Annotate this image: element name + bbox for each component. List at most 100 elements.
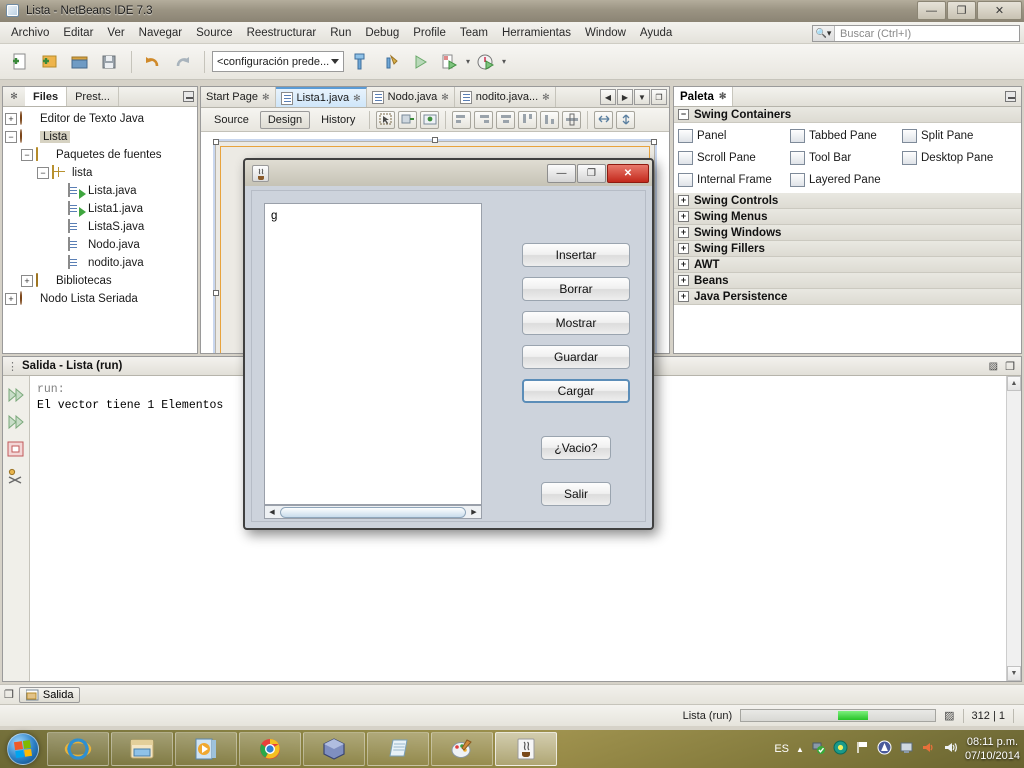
tree-item[interactable]: Nodo.java xyxy=(5,236,197,254)
menu-item-ver[interactable]: Ver xyxy=(100,25,131,41)
menu-item-reestructurar[interactable]: Reestructurar xyxy=(240,25,324,41)
redo-icon[interactable] xyxy=(169,48,197,76)
palette-item-internal-frame[interactable]: Internal Frame xyxy=(678,169,790,191)
menu-item-profile[interactable]: Profile xyxy=(406,25,453,41)
search-box[interactable]: 🔍▾ Buscar (Ctrl+I) xyxy=(812,25,1020,42)
list-horizontal-scrollbar[interactable]: ◀ ▶ xyxy=(264,505,482,519)
configuration-combo[interactable]: <configuración prede... xyxy=(212,51,344,72)
palette-category-java-persistence[interactable]: + Java Persistence xyxy=(674,289,1021,305)
save-all-icon[interactable] xyxy=(96,48,124,76)
restore-windows-icon[interactable]: ❐ xyxy=(4,688,14,701)
menu-item-window[interactable]: Window xyxy=(578,25,633,41)
resize-horizontal-icon[interactable] xyxy=(594,110,614,129)
stop-task-icon[interactable]: ▨ xyxy=(944,709,954,722)
center-horizontally-icon[interactable] xyxy=(562,110,582,129)
palette-item-desktop-pane[interactable]: Desktop Pane xyxy=(902,147,1014,169)
new-file-icon[interactable] xyxy=(6,48,34,76)
tree-item[interactable]: + Bibliotecas xyxy=(5,272,197,290)
rerun-debug-icon[interactable] xyxy=(6,411,27,432)
java-maximize-button[interactable]: ❐ xyxy=(577,163,606,183)
mode-history[interactable]: History xyxy=(313,111,363,129)
close-button[interactable]: ✕ xyxy=(977,1,1022,20)
align-center-icon[interactable] xyxy=(496,110,516,129)
align-bottom-icon[interactable] xyxy=(540,110,560,129)
editor-tab-nodo-java[interactable]: Nodo.java ✻ xyxy=(367,87,455,107)
tree-item[interactable]: − Lista xyxy=(5,128,197,146)
palette-item-panel[interactable]: Panel xyxy=(678,125,790,147)
tree-item[interactable]: nodito.java xyxy=(5,254,197,272)
tab-prestaciones[interactable]: Prest... xyxy=(67,87,119,106)
tray-language[interactable]: ES xyxy=(774,743,789,755)
scroll-down-icon[interactable]: ▼ xyxy=(1007,666,1021,681)
menu-item-ayuda[interactable]: Ayuda xyxy=(633,25,679,41)
palette-item-split-pane[interactable]: Split Pane xyxy=(902,125,1014,147)
list-item[interactable]: g xyxy=(265,204,481,222)
palette-category-swing-containers[interactable]: − Swing Containers xyxy=(674,107,1021,123)
align-right-icon[interactable] xyxy=(474,110,494,129)
palette-item-tool-bar[interactable]: Tool Bar xyxy=(790,147,902,169)
volume-icon[interactable] xyxy=(943,740,958,758)
menu-item-team[interactable]: Team xyxy=(453,25,495,41)
resize-vertical-icon[interactable] xyxy=(616,110,636,129)
editor-tab-lista1-java[interactable]: Lista1.java ✻ xyxy=(275,87,367,107)
tab-close-icon[interactable]: ✻ xyxy=(353,93,361,104)
scroll-thumb[interactable] xyxy=(280,506,466,518)
button-vacio[interactable]: ¿Vacio? xyxy=(541,436,611,460)
output-scrollbar[interactable]: ▲ ▼ xyxy=(1006,376,1021,681)
palette-category-swing-menus[interactable]: + Swing Menus xyxy=(674,209,1021,225)
java-minimize-button[interactable]: — xyxy=(547,163,576,183)
scroll-tabs-right-icon[interactable]: ▶ xyxy=(617,89,633,105)
collapse-icon[interactable]: − xyxy=(21,149,33,161)
expand-icon[interactable]: + xyxy=(678,243,689,254)
menu-item-archivo[interactable]: Archivo xyxy=(4,25,56,41)
minimize-button[interactable]: — xyxy=(917,1,946,20)
menu-item-source[interactable]: Source xyxy=(189,25,239,41)
menu-item-debug[interactable]: Debug xyxy=(358,25,406,41)
menu-item-run[interactable]: Run xyxy=(323,25,358,41)
scroll-tabs-left-icon[interactable]: ◀ xyxy=(600,89,616,105)
selection-mode-icon[interactable] xyxy=(376,110,396,129)
avast-icon[interactable] xyxy=(877,740,892,758)
palette-category-beans[interactable]: + Beans xyxy=(674,273,1021,289)
taskbar-clock[interactable]: 08:11 p.m. 07/10/2014 xyxy=(965,735,1020,763)
projects-close-icon[interactable]: ✻ xyxy=(3,91,25,102)
editor-tab-nodito-java[interactable]: nodito.java... ✻ xyxy=(455,87,556,107)
button-mostrar[interactable]: Mostrar xyxy=(522,311,630,335)
tree-item[interactable]: Lista.java xyxy=(5,182,197,200)
paint-icon[interactable] xyxy=(431,732,493,766)
preview-design-icon[interactable] xyxy=(420,110,440,129)
palette-category-swing-windows[interactable]: + Swing Windows xyxy=(674,225,1021,241)
clean-build-icon[interactable] xyxy=(376,48,404,76)
internet-explorer-icon[interactable] xyxy=(47,732,109,766)
tab-list-icon[interactable]: ▼ xyxy=(634,89,650,105)
tree-item[interactable]: + Editor de Texto Java xyxy=(5,110,197,128)
expand-icon[interactable]: + xyxy=(678,259,689,270)
button-borrar[interactable]: Borrar xyxy=(522,277,630,301)
antivirus-icon[interactable] xyxy=(833,740,848,758)
java-app-window[interactable]: — ❐ ✕ g ◀ ▶ Insertar Borrar Mostrar Guardar… xyxy=(243,158,654,530)
tree-item[interactable]: − lista xyxy=(5,164,197,182)
maximize-button[interactable]: ❐ xyxy=(947,1,976,20)
tab-close-icon[interactable]: ✻ xyxy=(262,92,270,103)
tree-item[interactable]: − Paquetes de fuentes xyxy=(5,146,197,164)
palette-tab[interactable]: Paleta ✻ xyxy=(674,87,734,106)
expand-icon[interactable]: + xyxy=(21,275,33,287)
mode-source[interactable]: Source xyxy=(206,111,257,129)
maximize-icon[interactable]: ❐ xyxy=(1005,360,1015,373)
run-icon[interactable] xyxy=(406,48,434,76)
java-netbeans-icon[interactable] xyxy=(495,732,557,766)
maximize-editor-icon[interactable]: ❐ xyxy=(651,89,667,105)
menu-item-navegar[interactable]: Navegar xyxy=(132,25,189,41)
java-close-button[interactable]: ✕ xyxy=(607,163,649,183)
scroll-left-icon[interactable]: ◀ xyxy=(265,506,279,518)
open-project-icon[interactable] xyxy=(66,48,94,76)
tree-item[interactable]: ListaS.java xyxy=(5,218,197,236)
network-ok-icon[interactable] xyxy=(811,740,826,758)
scroll-right-icon[interactable]: ▶ xyxy=(467,506,481,518)
palette-category-awt[interactable]: + AWT xyxy=(674,257,1021,273)
align-top-icon[interactable] xyxy=(518,110,538,129)
connection-mode-icon[interactable] xyxy=(398,110,418,129)
button-guardar[interactable]: Guardar xyxy=(522,345,630,369)
clear-output-icon[interactable] xyxy=(6,465,27,486)
palette-item-tabbed-pane[interactable]: Tabbed Pane xyxy=(790,125,902,147)
